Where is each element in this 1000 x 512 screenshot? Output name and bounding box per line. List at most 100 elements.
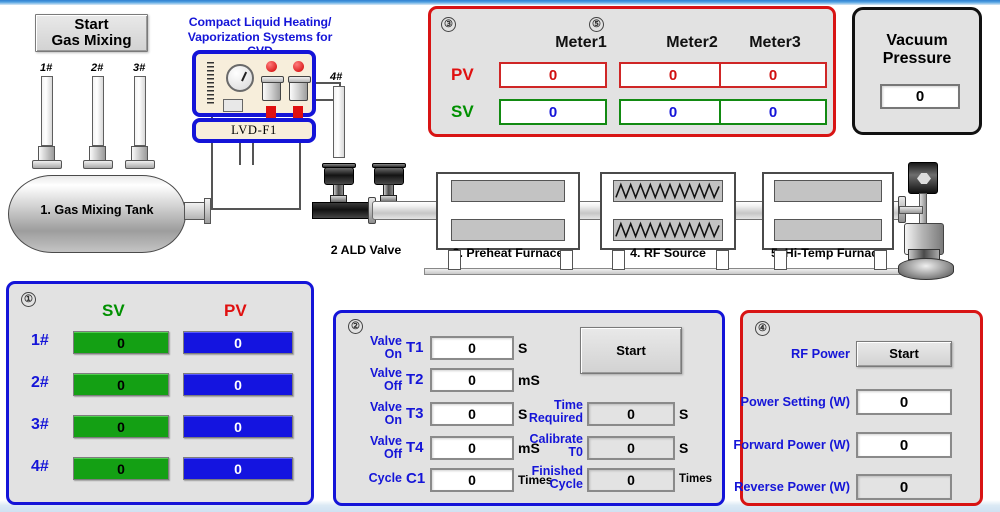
top-accent-strip [0, 0, 1000, 5]
cycle-c1-label: Cycle [368, 471, 402, 485]
preheat-leg-left [448, 250, 461, 270]
liquid-inlet-label-4: 4# [330, 71, 343, 83]
start-gas-mixing-button[interactable]: Start Gas Mixing [35, 14, 148, 52]
lvd-led-2-icon [293, 61, 304, 72]
panel1-sv-value-3[interactable]: 0 [73, 415, 169, 438]
meter2-sv-value[interactable]: 0 [619, 99, 727, 125]
valve-t2-input[interactable]: 0 [430, 368, 514, 392]
lvd-canister-2-icon [288, 76, 311, 101]
gas-rod-3 [134, 76, 146, 146]
ald-valve-1-body [324, 167, 354, 185]
lvd-nameplate: LVD-F1 [192, 118, 316, 143]
valve-t4-input[interactable]: 0 [430, 436, 514, 460]
rf-power-label: RF Power [790, 346, 850, 361]
gas-base-2 [83, 160, 113, 169]
finished-cycle-value: 0 [587, 468, 675, 492]
panel1-sv-value-1[interactable]: 0 [73, 331, 169, 354]
preheat-heater-top [451, 180, 565, 202]
marker-3-icon: ③ [441, 17, 456, 32]
meter1-pv-value: 0 [499, 62, 607, 88]
rf-power-panel: ④ RF Power Start Power Setting (W) 0 For… [733, 310, 983, 506]
meter-row-label-pv: PV [451, 65, 474, 84]
lvd-led-1-icon [266, 61, 277, 72]
valve-t4-tag: T4 [406, 439, 424, 456]
time-required-label: Time Required [528, 398, 583, 425]
marker-5-icon: ⑤ [589, 17, 604, 32]
marker-4-icon: ④ [755, 321, 770, 336]
hitemp-heater-top [774, 180, 882, 202]
rf-leg-left [612, 250, 625, 270]
panel1-sv-value-2[interactable]: 0 [73, 373, 169, 396]
ald-valve-2-body [374, 167, 404, 185]
valve-timing-panel: ② Valve On T1 0 S Valve Off T2 0 mS Valv… [333, 310, 725, 506]
panel1-row-label-2: 2# [31, 374, 49, 391]
gas-mixing-tank-label: 1. Gas Mixing Tank [40, 203, 154, 217]
meter2-pv-value: 0 [619, 62, 727, 88]
valve-off-t4-label: Valve Off [370, 434, 402, 461]
hitemp-leg-right [874, 250, 887, 270]
valve-off-t2-label: Valve Off [370, 366, 402, 393]
meter3-sv-value[interactable]: 0 [719, 99, 827, 125]
cycle-c1-input[interactable]: 0 [430, 468, 514, 492]
cycle-c1-tag: C1 [406, 470, 426, 487]
valve-cycle-start-button[interactable]: Start [580, 327, 682, 374]
hitemp-leg-left [774, 250, 787, 270]
vacuum-pump-base [898, 258, 954, 280]
meter1-sv-value[interactable]: 0 [499, 99, 607, 125]
power-setting-input[interactable]: 0 [856, 389, 952, 415]
gas-base-1 [32, 160, 62, 169]
marker-2-icon: ② [348, 319, 363, 334]
valve-on-t3-label: Valve On [370, 400, 402, 427]
vacuum-pressure-label: Vacuum Pressure [882, 32, 952, 68]
forward-power-label: Forward Power (W) [733, 437, 850, 452]
ald-valve-label: 2 ALD Valve [330, 243, 402, 257]
lvd-controller-unit [192, 50, 316, 121]
time-required-unit: S [679, 406, 689, 422]
tank-outlet-flange [204, 198, 211, 224]
pipe-tank-to-riser [211, 208, 301, 210]
preheat-leg-right [560, 250, 573, 270]
panel1-pv-value-2: 0 [183, 373, 293, 396]
lvd-model-label: LVD-F1 [231, 123, 277, 137]
calibrate-t0-value: 0 [587, 436, 675, 460]
calibrate-t0-label: Calibrate T0 [529, 432, 584, 459]
valve-t1-unit: S [518, 340, 528, 356]
panel1-sv-value-4[interactable]: 0 [73, 457, 169, 480]
rf-power-start-button[interactable]: Start [856, 341, 952, 367]
vacuum-pressure-value: 0 [880, 84, 960, 109]
hitemp-heater-bottom [774, 219, 882, 241]
reverse-power-label: Reverse Power (W) [734, 479, 850, 494]
rf-coil-bottom-icon [613, 219, 723, 241]
valve-on-t1-label: Valve On [370, 334, 402, 361]
panel1-pv-value-1: 0 [183, 331, 293, 354]
tank-outlet-nozzle [184, 202, 206, 220]
finished-cycle-unit: Times [679, 473, 713, 485]
gas-inlet-label-1: 1# [40, 62, 53, 74]
valve-t1-input[interactable]: 0 [430, 336, 514, 360]
panel1-row-label-3: 3# [31, 416, 49, 433]
lvd-display-icon [223, 99, 243, 112]
time-required-value: 0 [587, 402, 675, 426]
panel1-pv-value-4: 0 [183, 457, 293, 480]
gas-inlet-label-3: 3# [133, 62, 146, 74]
finished-cycle-label: Finished Cycle [531, 464, 583, 491]
rf-leg-right [716, 250, 729, 270]
lvd-gauge-icon [226, 64, 254, 92]
panel1-row-label-4: 4# [31, 458, 49, 475]
reverse-power-value: 0 [856, 474, 952, 500]
liquid-rod-4 [333, 86, 345, 158]
panel1-header-pv: PV [224, 301, 247, 320]
lvd-leg-left [239, 143, 241, 165]
lvd-canister-1-icon [261, 76, 284, 101]
panel1-pv-value-3: 0 [183, 415, 293, 438]
vacuum-pressure-panel: Vacuum Pressure 0 [852, 7, 982, 135]
pump-inlet-arm [899, 206, 923, 214]
lvd-scale-icon [207, 62, 214, 104]
valve-t1-tag: T1 [406, 339, 424, 356]
meter-row-label-sv: SV [451, 102, 474, 121]
equipment-bench [424, 268, 914, 275]
valve-t2-unit: mS [518, 372, 540, 388]
marker-1-icon: ① [21, 292, 36, 307]
valve-t3-input[interactable]: 0 [430, 402, 514, 426]
panel1-header-sv: SV [102, 301, 125, 320]
